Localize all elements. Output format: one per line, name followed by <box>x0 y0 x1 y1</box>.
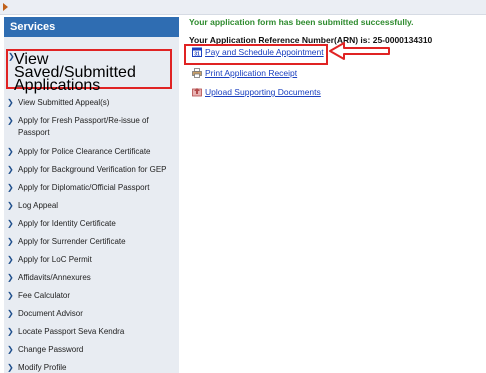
sidebar-item-label: Apply for Surrender Certificate <box>18 237 126 246</box>
sidebar-item-label: Fee Calculator <box>18 291 71 300</box>
annotation-arrow-icon <box>329 42 390 60</box>
chevron-right-icon: ❯ <box>7 345 14 354</box>
upload-icon <box>192 87 202 97</box>
sidebar-item-label: Locate Passport Seva Kendra <box>18 327 125 336</box>
sidebar-item-label: Apply for LoC Permit <box>18 255 92 264</box>
upload-documents-link[interactable]: Upload Supporting Documents <box>205 87 321 98</box>
sidebar-item-label: Apply for Fresh Passport/Re-issue of Pas… <box>18 116 149 137</box>
sidebar-item-label: Apply for Police Clearance Certificate <box>18 147 151 156</box>
sidebar-item-label: Apply for Identity Certificate <box>18 219 116 228</box>
chevron-right-icon: ❯ <box>7 327 14 336</box>
chevron-right-icon: ❯ <box>7 255 14 264</box>
sidebar-item-label: View Submitted Appeal(s) <box>18 98 110 107</box>
sidebar-item-label: Affidavits/Annexures <box>18 273 91 282</box>
main-content: Your application form has been submitted… <box>186 17 486 373</box>
sidebar-item-label: Log Appeal <box>18 201 59 210</box>
chevron-right-icon: ❯ <box>7 183 14 192</box>
printer-icon <box>192 68 202 78</box>
chevron-right-icon: ❯ <box>7 237 14 246</box>
chevron-right-icon: ❯ <box>7 201 14 210</box>
chevron-right-icon: ❯ <box>7 147 14 156</box>
chevron-right-icon: ❯ <box>7 219 14 228</box>
top-bar <box>0 0 486 15</box>
sidebar-item-label: Modify Profile <box>18 363 67 372</box>
services-sidebar: Services ❯ View Saved/Submitted Applicat… <box>4 17 179 373</box>
chevron-right-icon: ❯ <box>7 165 14 174</box>
success-message: Your application form has been submitted… <box>189 17 414 27</box>
chevron-right-icon: ❯ <box>7 291 14 300</box>
chevron-right-icon: ❯ <box>7 363 14 372</box>
annotation-highlight-box <box>184 44 328 65</box>
sidebar-item-label: Document Advisor <box>18 309 83 318</box>
chevron-right-icon: ❯ <box>7 98 14 107</box>
chevron-right-icon: ❯ <box>7 309 14 318</box>
sidebar-item-label: Change Password <box>18 345 84 354</box>
chevron-right-icon: ❯ <box>7 116 14 125</box>
services-header: Services <box>4 17 179 37</box>
expand-arrow-icon[interactable] <box>3 3 8 11</box>
sidebar-item-label: Apply for Diplomatic/Official Passport <box>18 183 150 192</box>
sidebar-item-label: Apply for Background Verification for GE… <box>18 165 167 174</box>
sidebar-item-label: View Saved/Submitted Applications <box>14 51 136 94</box>
print-receipt-link[interactable]: Print Application Receipt <box>205 68 297 79</box>
chevron-right-icon: ❯ <box>7 273 14 282</box>
